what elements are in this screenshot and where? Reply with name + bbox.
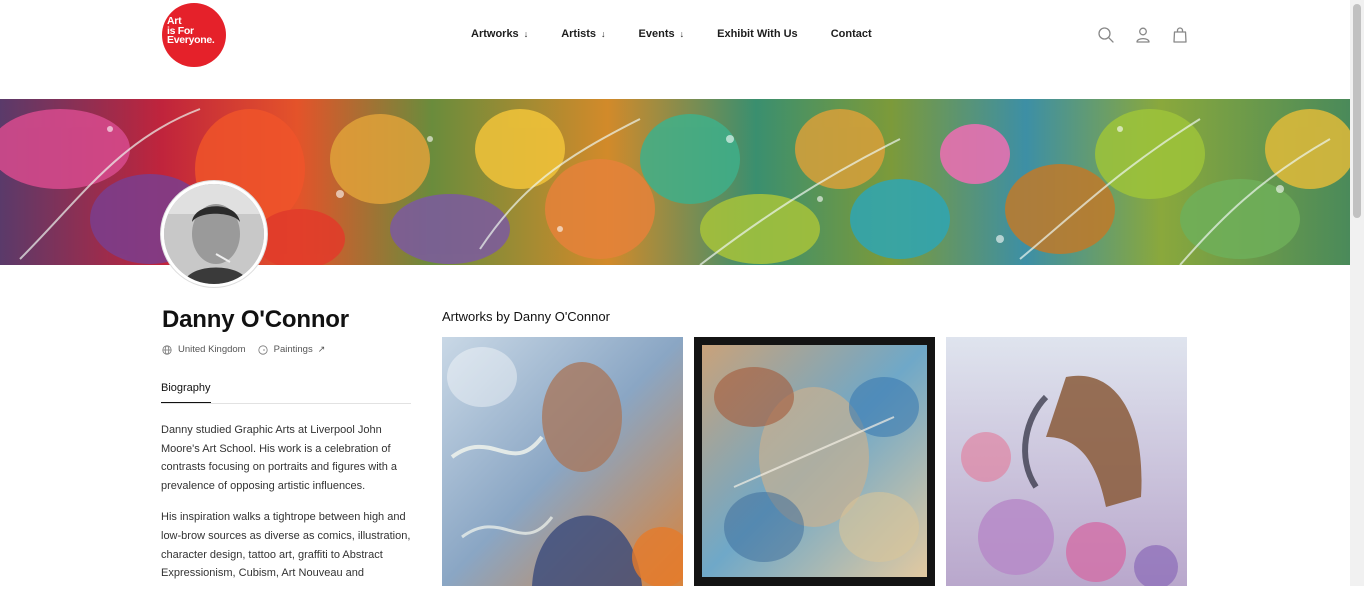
artist-country: United Kingdom	[162, 344, 246, 355]
search-icon[interactable]	[1097, 26, 1115, 44]
nav-events-label: Events	[638, 28, 675, 40]
artwork-image-portrait	[442, 337, 683, 586]
nav-artworks-label: Artworks	[471, 28, 519, 40]
nav-events[interactable]: Events ↓	[639, 28, 685, 40]
nav-exhibit-label: Exhibit With Us	[717, 28, 798, 40]
arrow-down-icon: ↓	[679, 29, 685, 39]
arrow-down-icon: ↓	[523, 29, 529, 39]
artist-medium-label: Paintings	[273, 344, 313, 355]
artwork-card[interactable]	[442, 337, 683, 586]
user-icon[interactable]	[1134, 26, 1152, 44]
artworks-section-title: Artworks by Danny O'Connor	[442, 309, 610, 324]
external-link-icon: ↗	[317, 344, 326, 354]
page-scrollbar[interactable]	[1350, 0, 1364, 586]
cart-icon[interactable]	[1171, 26, 1189, 44]
site-header: Art is For Everyone. Artworks ↓ Artists …	[0, 0, 1350, 98]
tab-divider	[161, 403, 411, 404]
artist-name: Danny O'Connor	[162, 306, 349, 333]
artwork-card[interactable]	[694, 337, 935, 586]
biography-text: Danny studied Graphic Arts at Liverpool …	[161, 421, 416, 596]
artwork-card[interactable]	[946, 337, 1187, 586]
artist-medium-link[interactable]: Paintings ↗	[258, 344, 326, 355]
nav-artists-label: Artists	[561, 28, 597, 40]
tab-biography[interactable]: Biography	[161, 382, 211, 404]
artist-meta: United Kingdom Paintings ↗	[162, 344, 337, 355]
scrollbar-thumb[interactable]	[1353, 4, 1361, 218]
nav-contact-label: Contact	[830, 28, 872, 40]
logo-line-3: Everyone.	[167, 34, 215, 46]
artwork-image-abstract	[694, 337, 935, 586]
header-actions	[1097, 26, 1208, 44]
bio-paragraph: Danny studied Graphic Arts at Liverpool …	[161, 424, 398, 492]
bio-paragraph: His inspiration walks a tightrope betwee…	[161, 511, 411, 580]
artwork-image-horse	[946, 337, 1187, 586]
clock-icon	[258, 344, 268, 355]
nav-contact[interactable]: Contact	[831, 28, 872, 40]
main-nav: Artworks ↓ Artists ↓ Events ↓ Exhibit Wi…	[471, 28, 905, 40]
nav-artists[interactable]: Artists ↓	[561, 28, 605, 40]
nav-artworks[interactable]: Artworks ↓	[471, 28, 528, 40]
site-logo[interactable]: Art is For Everyone.	[162, 3, 226, 67]
arrow-down-icon: ↓	[601, 29, 606, 39]
globe-icon	[162, 344, 172, 355]
artist-country-label: United Kingdom	[178, 344, 246, 355]
artist-avatar	[161, 181, 267, 287]
nav-exhibit-with-us[interactable]: Exhibit With Us	[717, 28, 798, 40]
